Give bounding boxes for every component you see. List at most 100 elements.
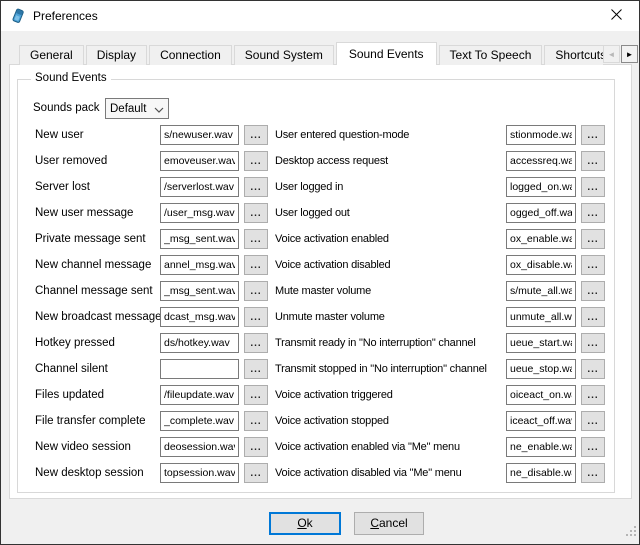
sound-file-input[interactable] bbox=[160, 385, 239, 405]
sound-file-input[interactable] bbox=[506, 177, 576, 197]
sound-event-label: Voice activation stopped bbox=[275, 415, 389, 427]
sound-file-input[interactable] bbox=[160, 229, 239, 249]
sound-file-input[interactable] bbox=[506, 333, 576, 353]
sound-event-row: Channel message sent ... bbox=[35, 281, 269, 301]
browse-button[interactable]: ... bbox=[581, 385, 605, 405]
sound-file-input[interactable] bbox=[506, 411, 576, 431]
browse-button[interactable]: ... bbox=[581, 359, 605, 379]
sound-event-label: Channel message sent bbox=[35, 285, 153, 297]
sound-file-input[interactable] bbox=[506, 229, 576, 249]
sound-file-input[interactable] bbox=[160, 411, 239, 431]
tab-bar: General Display Connection Sound System … bbox=[19, 42, 603, 65]
sound-event-row: Voice activation triggered ... bbox=[275, 385, 605, 405]
browse-button[interactable]: ... bbox=[581, 229, 605, 249]
browse-button[interactable]: ... bbox=[581, 203, 605, 223]
sound-file-input[interactable] bbox=[160, 307, 239, 327]
sound-file-input[interactable] bbox=[506, 151, 576, 171]
sound-event-label: Mute master volume bbox=[275, 285, 371, 297]
sound-file-input[interactable] bbox=[160, 437, 239, 457]
browse-button[interactable]: ... bbox=[581, 333, 605, 353]
tab-scroll-left-button[interactable]: ◄ bbox=[603, 45, 620, 63]
browse-button[interactable]: ... bbox=[244, 229, 268, 249]
browse-button[interactable]: ... bbox=[244, 307, 268, 327]
close-button[interactable] bbox=[594, 1, 639, 31]
sound-event-label: Voice activation enabled via "Me" menu bbox=[275, 441, 460, 453]
arrow-left-icon: ◄ bbox=[608, 50, 616, 59]
tab-label: Connection bbox=[160, 48, 221, 62]
sound-event-row: Unmute master volume ... bbox=[275, 307, 605, 327]
ok-button[interactable]: Ok bbox=[269, 512, 341, 535]
sound-file-input[interactable] bbox=[506, 385, 576, 405]
sound-event-row: New user ... bbox=[35, 125, 269, 145]
tab-scroll-right-button[interactable]: ► bbox=[621, 45, 638, 63]
sound-event-label: File transfer complete bbox=[35, 415, 146, 427]
sound-event-label: Voice activation disabled bbox=[275, 259, 390, 271]
sound-file-input[interactable] bbox=[160, 463, 239, 483]
browse-button[interactable]: ... bbox=[581, 281, 605, 301]
sound-event-row: Hotkey pressed ... bbox=[35, 333, 269, 353]
sound-event-row: User logged in ... bbox=[275, 177, 605, 197]
browse-button[interactable]: ... bbox=[244, 333, 268, 353]
sound-event-row: User logged out ... bbox=[275, 203, 605, 223]
sound-file-input[interactable] bbox=[506, 359, 576, 379]
browse-button[interactable]: ... bbox=[581, 151, 605, 171]
browse-button[interactable]: ... bbox=[581, 411, 605, 431]
browse-button[interactable]: ... bbox=[244, 125, 268, 145]
browse-button[interactable]: ... bbox=[244, 437, 268, 457]
browse-button[interactable]: ... bbox=[244, 177, 268, 197]
sound-file-input[interactable] bbox=[506, 125, 576, 145]
cancel-button[interactable]: Cancel bbox=[354, 512, 424, 535]
sound-file-input[interactable] bbox=[506, 463, 576, 483]
browse-button[interactable]: ... bbox=[581, 177, 605, 197]
browse-button[interactable]: ... bbox=[581, 125, 605, 145]
browse-button[interactable]: ... bbox=[244, 281, 268, 301]
tab-sound-events[interactable]: Sound Events bbox=[336, 42, 437, 65]
sound-file-input[interactable] bbox=[160, 333, 239, 353]
tab-shortcuts[interactable]: Shortcuts bbox=[544, 45, 603, 65]
browse-button[interactable]: ... bbox=[581, 437, 605, 457]
sound-file-input[interactable] bbox=[506, 307, 576, 327]
browse-button[interactable]: ... bbox=[244, 255, 268, 275]
browse-button[interactable]: ... bbox=[244, 203, 268, 223]
tab-label: Display bbox=[97, 48, 136, 62]
sound-file-input[interactable] bbox=[160, 125, 239, 145]
browse-button[interactable]: ... bbox=[244, 411, 268, 431]
resize-grip-icon[interactable] bbox=[625, 524, 637, 542]
sound-event-label: Files updated bbox=[35, 389, 104, 401]
sound-event-row: New broadcast message ... bbox=[35, 307, 269, 327]
sound-event-row: User entered question-mode ... bbox=[275, 125, 605, 145]
sound-file-input[interactable] bbox=[160, 255, 239, 275]
tab-sound-system[interactable]: Sound System bbox=[234, 45, 334, 65]
browse-button[interactable]: ... bbox=[581, 307, 605, 327]
sounds-pack-select[interactable]: Default bbox=[105, 98, 169, 119]
sound-file-input[interactable] bbox=[160, 203, 239, 223]
sound-file-input[interactable] bbox=[506, 437, 576, 457]
tab-display[interactable]: Display bbox=[86, 45, 147, 65]
sound-file-input[interactable] bbox=[506, 255, 576, 275]
browse-button[interactable]: ... bbox=[581, 255, 605, 275]
sound-event-label: User removed bbox=[35, 155, 107, 167]
sound-event-row: Voice activation stopped ... bbox=[275, 411, 605, 431]
sound-file-input[interactable] bbox=[160, 359, 239, 379]
sound-file-input[interactable] bbox=[506, 203, 576, 223]
tab-label: General bbox=[30, 48, 73, 62]
sound-event-label: Voice activation enabled bbox=[275, 233, 389, 245]
sound-file-input[interactable] bbox=[160, 281, 239, 301]
sound-event-label: Transmit ready in "No interruption" chan… bbox=[275, 337, 476, 349]
browse-button[interactable]: ... bbox=[244, 359, 268, 379]
sound-event-label: Voice activation disabled via "Me" menu bbox=[275, 467, 462, 479]
sound-file-input[interactable] bbox=[160, 151, 239, 171]
sound-file-input[interactable] bbox=[160, 177, 239, 197]
browse-button[interactable]: ... bbox=[244, 463, 268, 483]
sound-event-label: Channel silent bbox=[35, 363, 108, 375]
sound-event-row: Transmit ready in "No interruption" chan… bbox=[275, 333, 605, 353]
tab-connection[interactable]: Connection bbox=[149, 45, 232, 65]
tab-text-to-speech[interactable]: Text To Speech bbox=[439, 45, 543, 65]
browse-button[interactable]: ... bbox=[581, 463, 605, 483]
browse-button[interactable]: ... bbox=[244, 385, 268, 405]
sound-file-input[interactable] bbox=[506, 281, 576, 301]
browse-button[interactable]: ... bbox=[244, 151, 268, 171]
sound-event-row: Server lost ... bbox=[35, 177, 269, 197]
tab-label: Sound Events bbox=[349, 47, 424, 61]
tab-general[interactable]: General bbox=[19, 45, 84, 65]
